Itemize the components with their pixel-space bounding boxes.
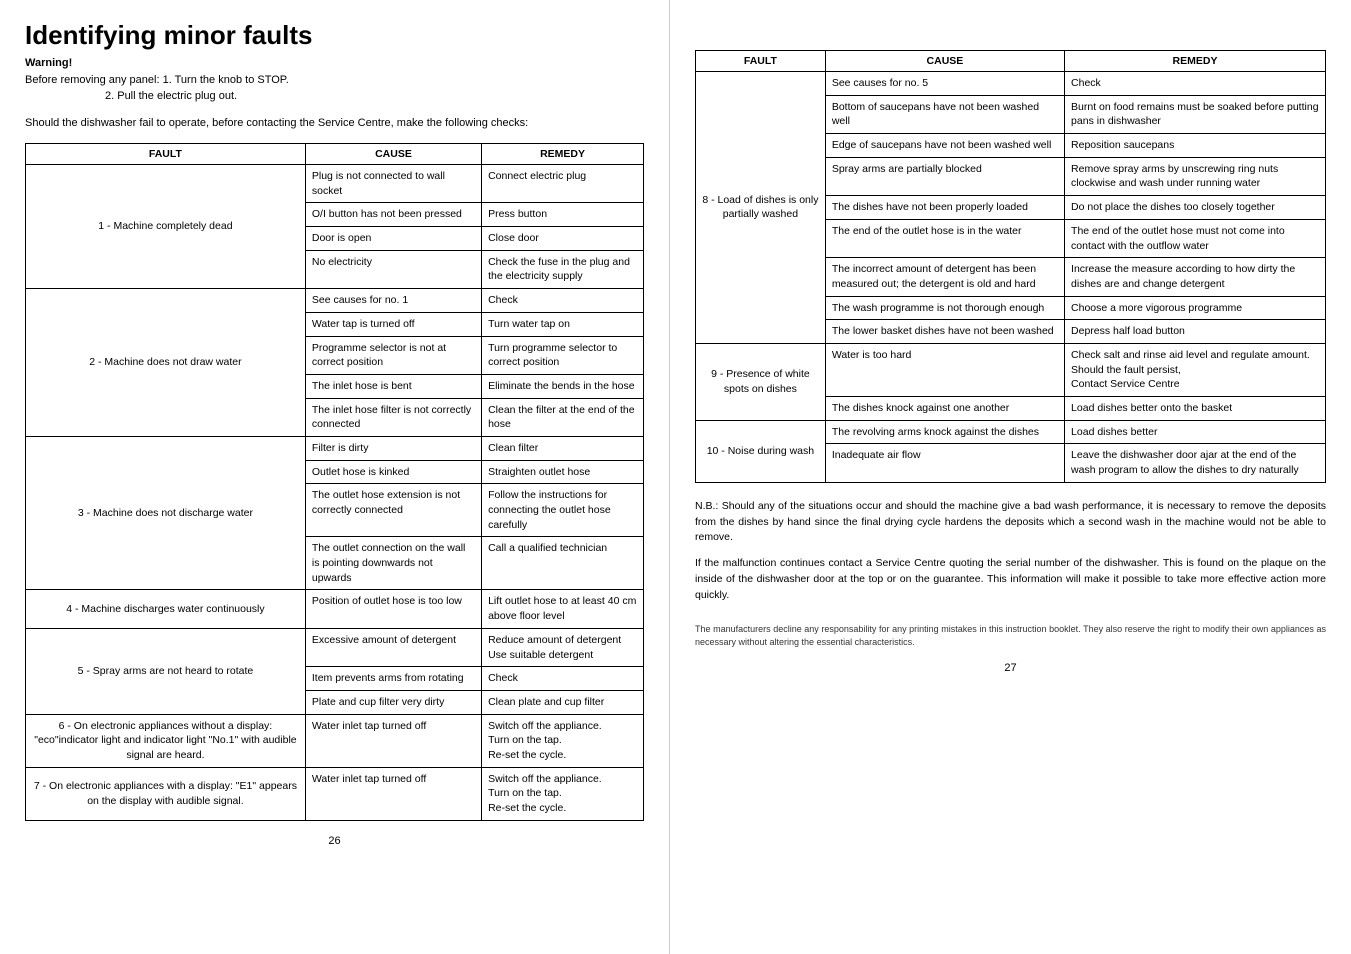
fault-cell: 5 - Spray arms are not heard to rotate — [26, 628, 306, 714]
remedy-cell: Check — [1065, 72, 1326, 96]
cause-cell: No electricity — [305, 250, 481, 288]
cause-cell: Edge of saucepans have not been washed w… — [825, 134, 1064, 158]
nb-section: N.B.: Should any of the situations occur… — [695, 499, 1326, 604]
remedy-cell: Clean plate and cup filter — [482, 690, 644, 714]
col-remedy-right: REMEDY — [1065, 51, 1326, 72]
fault-cell: 9 - Presence of white spots on dishes — [696, 343, 826, 420]
page-right: FAULT CAUSE REMEDY 8 - Load of dishes is… — [670, 0, 1351, 954]
remedy-cell: Increase the measure according to how di… — [1065, 258, 1326, 296]
cause-cell: See causes for no. 1 — [305, 289, 481, 313]
remedy-cell: Burnt on food remains must be soaked bef… — [1065, 95, 1326, 133]
warning-line-2: 2. Pull the electric plug out. — [25, 88, 644, 105]
cause-cell: Inadequate air flow — [825, 444, 1064, 482]
cause-cell: Programme selector is not at correct pos… — [305, 336, 481, 374]
remedy-cell: Close door — [482, 227, 644, 251]
fault-cell: 1 - Machine completely dead — [26, 165, 306, 289]
cause-cell: Excessive amount of detergent — [305, 628, 481, 666]
fault-table-left: FAULT CAUSE REMEDY 1 - Machine completel… — [25, 143, 644, 821]
cause-cell: Water tap is turned off — [305, 312, 481, 336]
remedy-cell: Reduce amount of detergent Use suitable … — [482, 628, 644, 666]
cause-cell: The lower basket dishes have not been wa… — [825, 320, 1064, 344]
remedy-cell: Leave the dishwasher door ajar at the en… — [1065, 444, 1326, 482]
remedy-cell: Follow the instructions for connecting t… — [482, 484, 644, 537]
remedy-cell: Check salt and rinse aid level and regul… — [1065, 343, 1326, 396]
remedy-cell: Check — [482, 667, 644, 691]
cause-cell: Water inlet tap turned off — [305, 714, 481, 767]
col-remedy-left: REMEDY — [482, 144, 644, 165]
col-fault-left: FAULT — [26, 144, 306, 165]
cause-cell: Plug is not connected to wall socket — [305, 165, 481, 203]
remedy-cell: Straighten outlet hose — [482, 460, 644, 484]
warning-section: Warning! Before removing any panel: 1. T… — [25, 55, 644, 105]
remedy-cell: The end of the outlet hose must not come… — [1065, 219, 1326, 257]
cause-cell: The outlet connection on the wall is poi… — [305, 537, 481, 590]
cause-cell: O/I button has not been pressed — [305, 203, 481, 227]
cause-cell: Position of outlet hose is too low — [305, 590, 481, 628]
cause-cell: The incorrect amount of detergent has be… — [825, 258, 1064, 296]
remedy-cell: Eliminate the bends in the hose — [482, 374, 644, 398]
nb-paragraph-2: If the malfunction continues contact a S… — [695, 556, 1326, 603]
col-cause-left: CAUSE — [305, 144, 481, 165]
fault-cell: 2 - Machine does not draw water — [26, 289, 306, 437]
cause-cell: The end of the outlet hose is in the wat… — [825, 219, 1064, 257]
cause-cell: Item prevents arms from rotating — [305, 667, 481, 691]
cause-cell: See causes for no. 5 — [825, 72, 1064, 96]
cause-cell: Door is open — [305, 227, 481, 251]
remedy-cell: Call a qualified technician — [482, 537, 644, 590]
fault-cell: 7 - On electronic appliances with a disp… — [26, 767, 306, 820]
remedy-cell: Press button — [482, 203, 644, 227]
remedy-cell: Load dishes better — [1065, 420, 1326, 444]
cause-cell: Plate and cup filter very dirty — [305, 690, 481, 714]
remedy-cell: Reposition saucepans — [1065, 134, 1326, 158]
remedy-cell: Turn water tap on — [482, 312, 644, 336]
remedy-cell: Connect electric plug — [482, 165, 644, 203]
remedy-cell: Load dishes better onto the basket — [1065, 397, 1326, 421]
page-title: Identifying minor faults — [25, 20, 644, 51]
page-number-left: 26 — [25, 835, 644, 847]
cause-cell: The revolving arms knock against the dis… — [825, 420, 1064, 444]
cause-cell: The outlet hose extension is not correct… — [305, 484, 481, 537]
cause-cell: The dishes have not been properly loaded — [825, 196, 1064, 220]
remedy-cell: Check — [482, 289, 644, 313]
remedy-cell: Turn programme selector to correct posit… — [482, 336, 644, 374]
remedy-cell: Check the fuse in the plug and the elect… — [482, 250, 644, 288]
remedy-cell: Do not place the dishes too closely toge… — [1065, 196, 1326, 220]
cause-cell: Water is too hard — [825, 343, 1064, 396]
cause-cell: Bottom of saucepans have not been washed… — [825, 95, 1064, 133]
col-fault-right: FAULT — [696, 51, 826, 72]
remedy-cell: Switch off the appliance.Turn on the tap… — [482, 767, 644, 820]
cause-cell: Spray arms are partially blocked — [825, 157, 1064, 195]
page-number-right: 27 — [695, 662, 1326, 674]
cause-cell: Outlet hose is kinked — [305, 460, 481, 484]
disclaimer: The manufacturers decline any responsabi… — [695, 623, 1326, 648]
nb-paragraph-1: N.B.: Should any of the situations occur… — [695, 499, 1326, 546]
remedy-cell: Clean filter — [482, 436, 644, 460]
fault-cell: 10 - Noise during wash — [696, 420, 826, 482]
fault-cell: 4 - Machine discharges water continuousl… — [26, 590, 306, 628]
fault-cell: 6 - On electronic appliances without a d… — [26, 714, 306, 767]
remedy-cell: Depress half load button — [1065, 320, 1326, 344]
col-cause-right: CAUSE — [825, 51, 1064, 72]
fault-cell: 3 - Machine does not discharge water — [26, 436, 306, 590]
remedy-cell: Choose a more vigorous programme — [1065, 296, 1326, 320]
cause-cell: Water inlet tap turned off — [305, 767, 481, 820]
warning-line-1: Before removing any panel: 1. Turn the k… — [25, 72, 644, 89]
fault-table-right: FAULT CAUSE REMEDY 8 - Load of dishes is… — [695, 50, 1326, 483]
cause-cell: The wash programme is not thorough enoug… — [825, 296, 1064, 320]
cause-cell: Filter is dirty — [305, 436, 481, 460]
remedy-cell: Remove spray arms by unscrewing ring nut… — [1065, 157, 1326, 195]
remedy-cell: Clean the filter at the end of the hose — [482, 398, 644, 436]
cause-cell: The inlet hose is bent — [305, 374, 481, 398]
intro-text: Should the dishwasher fail to operate, b… — [25, 115, 644, 132]
fault-cell: 8 - Load of dishes is only partially was… — [696, 72, 826, 344]
page-left: Identifying minor faults Warning! Before… — [0, 0, 670, 954]
cause-cell: The inlet hose filter is not correctly c… — [305, 398, 481, 436]
remedy-cell: Lift outlet hose to at least 40 cm above… — [482, 590, 644, 628]
cause-cell: The dishes knock against one another — [825, 397, 1064, 421]
warning-title: Warning! — [25, 57, 72, 69]
remedy-cell: Switch off the appliance.Turn on the tap… — [482, 714, 644, 767]
